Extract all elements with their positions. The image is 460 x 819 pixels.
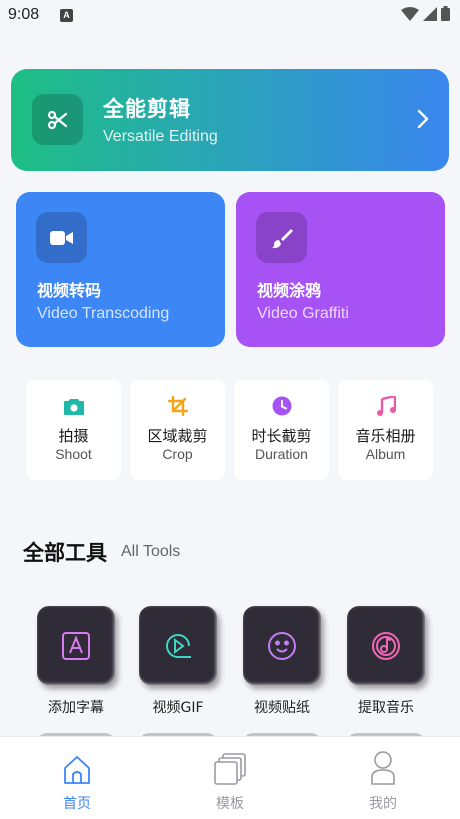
banner-subtitle: Versatile Editing	[103, 128, 218, 145]
tool-button[interactable]	[139, 606, 217, 685]
card-subtitle: Video Transcoding	[37, 305, 170, 322]
tool-title: 区域裁剪	[147, 427, 208, 445]
crop-tool[interactable]: 区域裁剪 Crop	[130, 380, 225, 480]
card-subtitle: Video Graffiti	[257, 305, 349, 322]
tab-label: 模板	[216, 796, 244, 812]
video-graffiti-card[interactable]: 视频涂鸦 Video Graffiti	[236, 192, 445, 347]
battery-icon	[441, 6, 450, 21]
tool-button[interactable]	[243, 606, 321, 685]
crop-icon	[167, 395, 189, 417]
all-tools-subheading: All Tools	[121, 543, 181, 560]
card-title: 视频涂鸦	[257, 281, 322, 300]
tool-button[interactable]	[37, 606, 115, 685]
home-icon	[64, 756, 90, 784]
play-circle-icon	[166, 633, 191, 658]
tab-label: 首页	[63, 796, 91, 812]
brush-icon	[256, 212, 307, 263]
bottom-tab-bar: 首页 模板 我的	[0, 736, 460, 819]
status-bar: 9:08 A	[0, 0, 460, 32]
tab-label: 我的	[369, 796, 397, 812]
tool-subtitle: Crop	[162, 446, 193, 462]
wifi-icon	[401, 6, 419, 21]
tool-label: 提取音乐	[358, 700, 414, 716]
tool-button[interactable]	[347, 606, 425, 685]
chevron-right-icon	[417, 109, 429, 129]
camera-icon	[63, 395, 85, 417]
all-tools-heading: 全部工具	[23, 541, 107, 565]
smiley-icon	[268, 631, 296, 660]
tool-title: 拍摄	[58, 427, 89, 445]
tool-subtitle: Shoot	[55, 446, 92, 462]
video-camera-icon	[36, 212, 87, 263]
tool-label: 视频贴纸	[254, 700, 310, 716]
tab-home[interactable]: 首页	[37, 751, 117, 813]
signal-icon	[423, 6, 437, 21]
shoot-tool[interactable]: 拍摄 Shoot	[26, 380, 121, 480]
music-disc-icon	[372, 631, 400, 660]
template-icon	[214, 753, 246, 785]
tool-subtitle: Duration	[255, 446, 308, 462]
text-frame-icon	[62, 631, 90, 660]
tab-profile[interactable]: 我的	[343, 751, 423, 813]
quick-tools-row: 拍摄 Shoot 区域裁剪 Crop 时长截剪 Duration 音乐相册 Al…	[26, 380, 433, 480]
tool-label: 添加字幕	[48, 700, 104, 716]
video-transcoding-card[interactable]: 视频转码 Video Transcoding	[16, 192, 225, 347]
versatile-editing-banner[interactable]: 全能剪辑 Versatile Editing	[11, 69, 449, 171]
card-title: 视频转码	[37, 281, 102, 300]
tool-title: 时长截剪	[251, 427, 312, 445]
user-icon	[371, 751, 395, 785]
album-tool[interactable]: 音乐相册 Album	[338, 380, 433, 480]
clock-icon	[271, 395, 293, 417]
tool-label: 视频GIF	[152, 700, 204, 716]
status-icons	[401, 6, 450, 21]
tool-subtitle: Album	[365, 446, 406, 462]
notification-badge: A	[60, 9, 73, 22]
banner-title: 全能剪辑	[103, 97, 191, 121]
tab-templates[interactable]: 模板	[190, 751, 270, 813]
duration-tool[interactable]: 时长截剪 Duration	[234, 380, 329, 480]
music-note-icon	[375, 395, 397, 417]
tool-title: 音乐相册	[355, 427, 416, 445]
status-time: 9:08	[8, 6, 40, 23]
scissors-icon	[32, 94, 83, 145]
